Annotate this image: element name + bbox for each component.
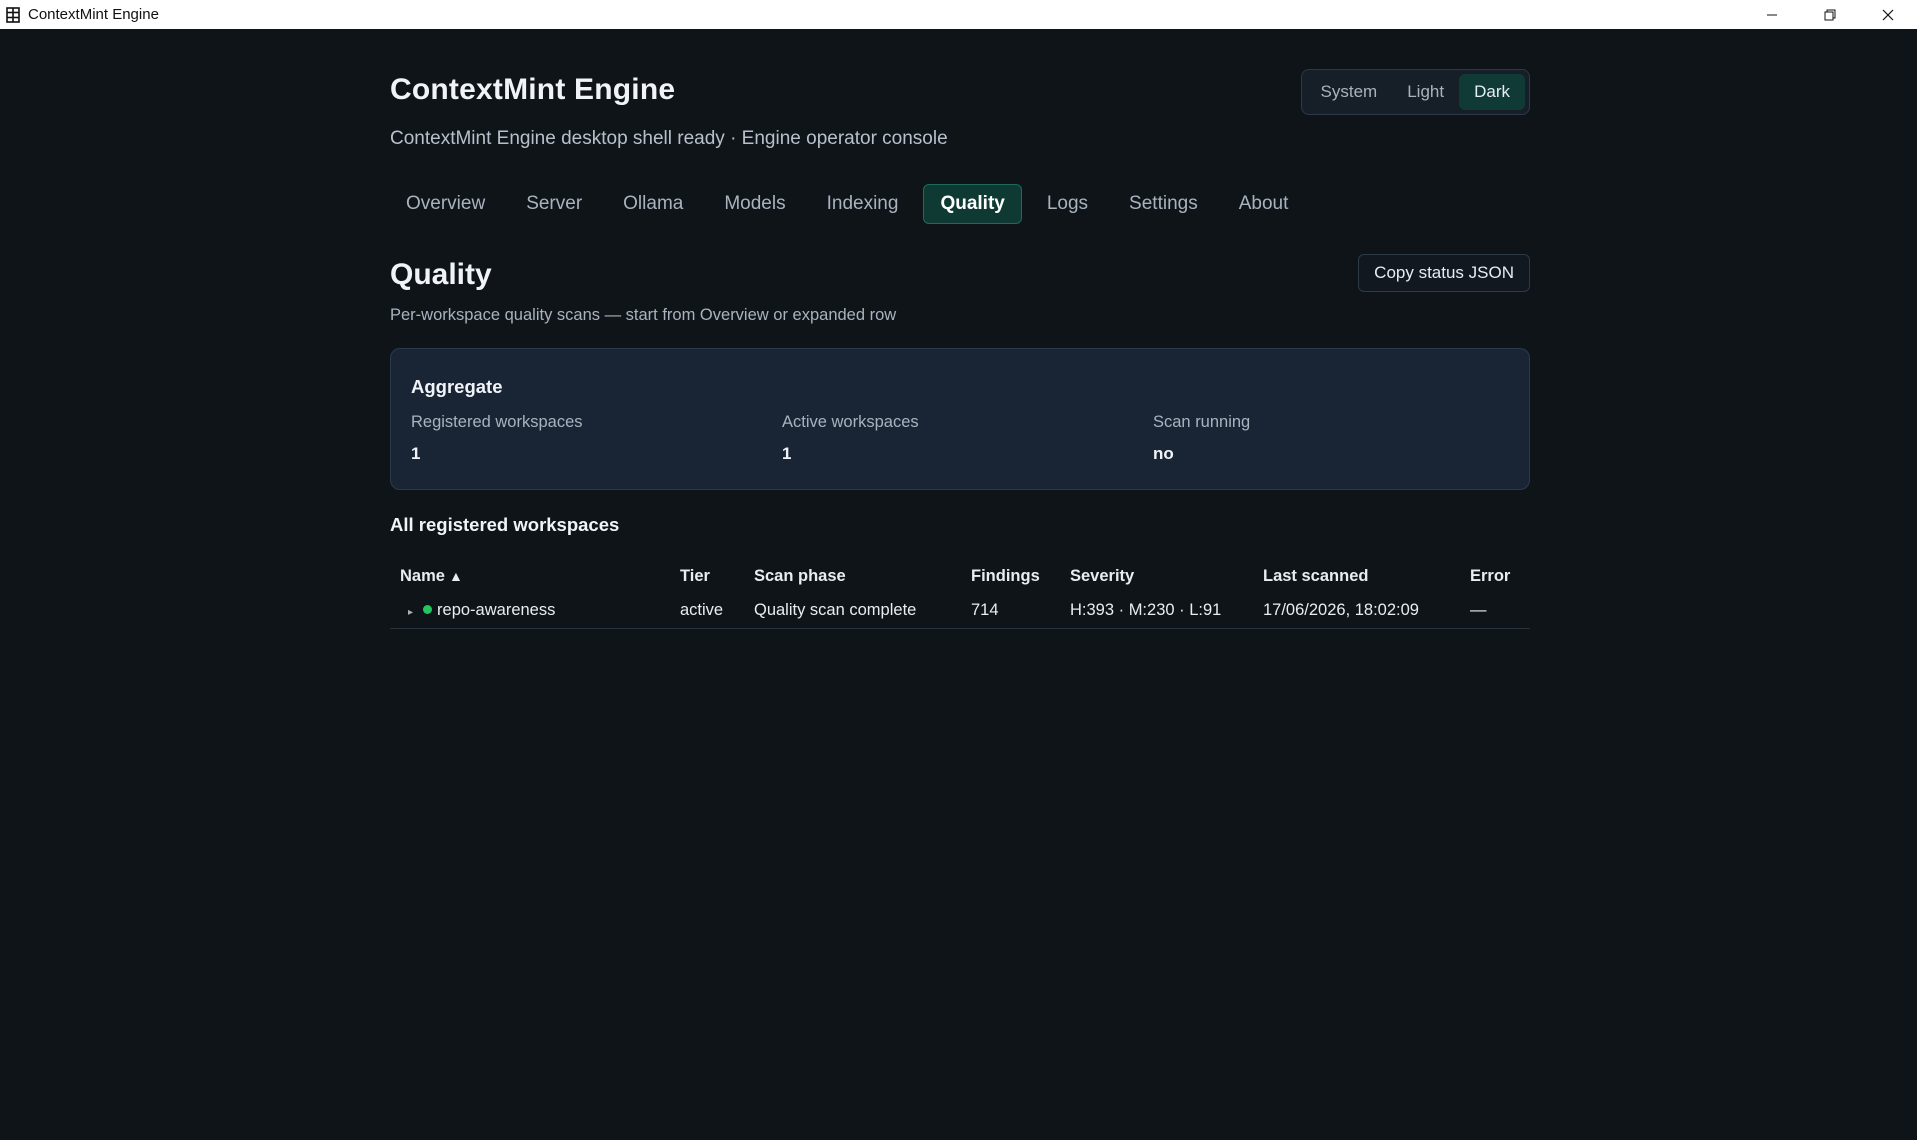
section-title: Quality xyxy=(390,258,492,291)
theme-switcher: System Light Dark xyxy=(1300,69,1530,115)
column-header-scan-phase[interactable]: Scan phase xyxy=(744,559,961,593)
workspaces-table: Name ▲ Tier Scan phase Findings Severity … xyxy=(390,559,1530,629)
cell-findings: 714 xyxy=(961,593,1060,629)
sort-ascending-icon: ▲ xyxy=(448,567,463,584)
tab-logs[interactable]: Logs xyxy=(1031,184,1104,224)
table-row[interactable]: ▸ repo-awareness active Quality scan comp… xyxy=(390,593,1530,629)
aggregate-scan-running: Scan running no xyxy=(1153,413,1250,464)
cell-severity: H:393 · M:230 · L:91 xyxy=(1060,593,1253,629)
cell-name: ▸ repo-awareness xyxy=(390,593,670,629)
cell-error: — xyxy=(1460,593,1530,629)
aggregate-active-workspaces: Active workspaces 1 xyxy=(782,413,919,464)
expand-row-icon[interactable]: ▸ xyxy=(408,607,413,618)
aggregate-label: Active workspaces xyxy=(782,413,919,431)
window-controls xyxy=(1743,0,1917,29)
theme-system-button[interactable]: System xyxy=(1306,74,1393,110)
cell-scan-phase: Quality scan complete xyxy=(744,593,961,629)
tab-models[interactable]: Models xyxy=(708,184,801,224)
theme-light-button[interactable]: Light xyxy=(1392,74,1459,110)
theme-dark-button[interactable]: Dark xyxy=(1459,74,1525,110)
minimize-icon xyxy=(1767,14,1777,15)
close-button[interactable] xyxy=(1859,0,1917,29)
column-header-findings[interactable]: Findings xyxy=(961,559,1060,593)
app-subtitle: ContextMint Engine desktop shell ready ·… xyxy=(390,128,948,149)
workspaces-heading: All registered workspaces xyxy=(390,514,620,535)
copy-status-json-button[interactable]: Copy status JSON xyxy=(1358,254,1530,292)
tab-overview[interactable]: Overview xyxy=(390,184,501,224)
aggregate-value: 1 xyxy=(782,444,792,463)
aggregate-registered-workspaces: Registered workspaces 1 xyxy=(411,413,583,464)
close-icon xyxy=(1882,9,1894,20)
column-header-severity[interactable]: Severity xyxy=(1060,559,1253,593)
app-icon xyxy=(6,6,20,23)
minimize-button[interactable] xyxy=(1743,0,1801,29)
cell-last-scanned: 17/06/2026, 18:02:09 xyxy=(1253,593,1460,629)
main-content: ContextMint Engine ContextMint Engine de… xyxy=(390,29,1530,629)
tab-quality[interactable]: Quality xyxy=(923,184,1022,224)
column-header-name[interactable]: Name ▲ xyxy=(390,559,670,593)
cell-tier: active xyxy=(670,593,744,629)
window-title: ContextMint Engine xyxy=(28,6,159,23)
main-tabs: Overview Server Ollama Models Indexing Q… xyxy=(390,184,1313,224)
section-subtitle: Per-workspace quality scans — start from… xyxy=(390,306,897,324)
app-title: ContextMint Engine xyxy=(390,73,676,106)
page-header: ContextMint Engine ContextMint Engine de… xyxy=(390,29,1530,154)
aggregate-label: Scan running xyxy=(1153,413,1251,431)
column-header-tier[interactable]: Tier xyxy=(670,559,744,593)
status-dot-icon xyxy=(423,604,433,614)
restore-button[interactable] xyxy=(1801,0,1859,29)
window-titlebar: ContextMint Engine xyxy=(0,0,1917,29)
workspace-name: repo-awareness xyxy=(437,600,556,619)
aggregate-card: Aggregate Registered workspaces 1 Active… xyxy=(390,348,1530,490)
tab-ollama[interactable]: Ollama xyxy=(607,184,699,224)
tab-about[interactable]: About xyxy=(1223,184,1305,224)
column-header-last-scanned[interactable]: Last scanned xyxy=(1253,559,1460,593)
tab-server[interactable]: Server xyxy=(510,184,598,224)
table-header-row: Name ▲ Tier Scan phase Findings Severity … xyxy=(390,559,1530,593)
aggregate-value: 1 xyxy=(411,444,421,463)
tab-settings[interactable]: Settings xyxy=(1113,184,1214,224)
aggregate-value: no xyxy=(1153,444,1174,463)
restore-icon xyxy=(1824,9,1836,20)
aggregate-label: Registered workspaces xyxy=(411,413,583,431)
aggregate-title: Aggregate xyxy=(411,376,503,397)
tab-indexing[interactable]: Indexing xyxy=(811,184,915,224)
column-header-error[interactable]: Error xyxy=(1460,559,1530,593)
